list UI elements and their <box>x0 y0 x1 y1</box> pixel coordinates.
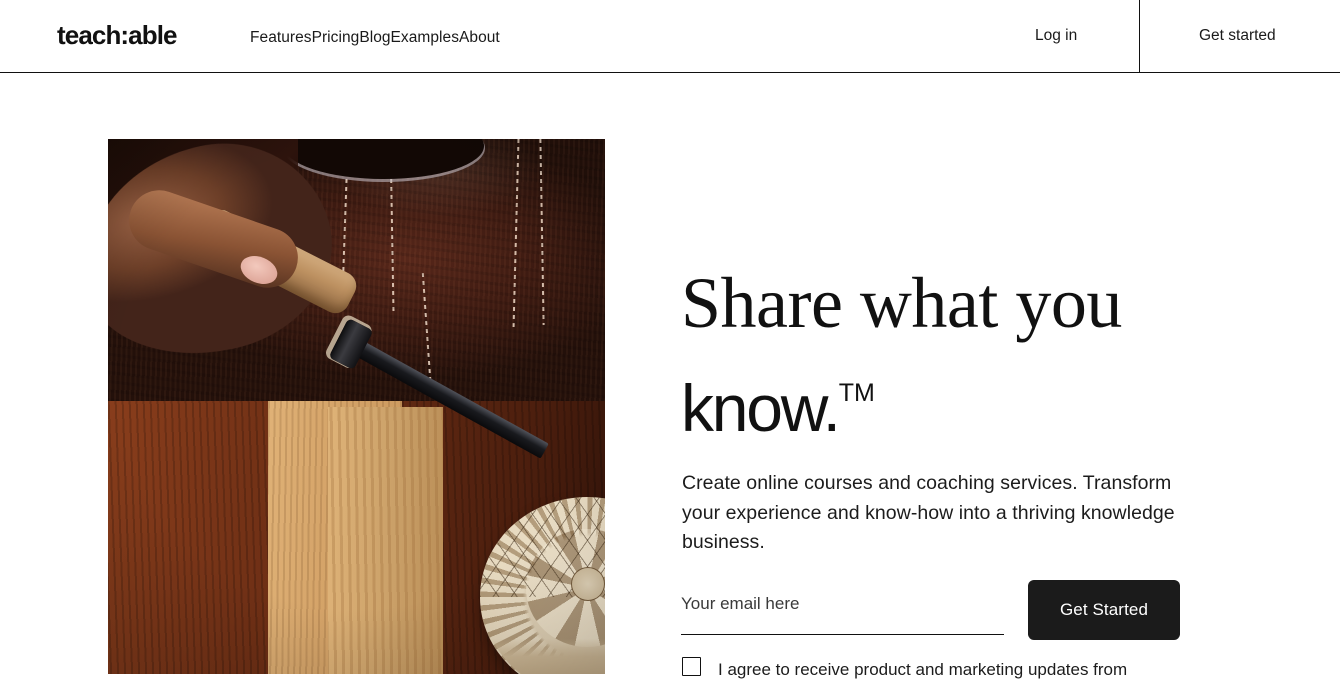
get-started-submit-button[interactable]: Get Started <box>1028 580 1180 640</box>
login-link[interactable]: Log in <box>1035 26 1077 46</box>
nav-item-pricing[interactable]: Pricing <box>312 28 360 48</box>
main-navigation: Features Pricing Blog Examples About <box>250 28 500 48</box>
email-input[interactable] <box>681 580 1004 633</box>
marketing-consent-label: I agree to receive product and marketing… <box>718 660 1128 679</box>
page-title-line-2: know. <box>681 371 841 445</box>
page-title-line-1: Share what you <box>681 263 1122 343</box>
consent-row: I agree to receive product and marketing… <box>682 657 1202 682</box>
signup-form: Get Started <box>681 580 1181 640</box>
photo-vignette <box>108 139 605 674</box>
email-field-wrapper <box>681 580 1004 635</box>
trademark-symbol: TM <box>838 379 875 407</box>
nav-item-about[interactable]: About <box>459 28 500 48</box>
header-get-started-link[interactable]: Get started <box>1199 26 1276 46</box>
hero-image <box>108 139 605 674</box>
brand-logo[interactable]: teach:able <box>57 22 178 48</box>
header-vertical-divider <box>1139 0 1140 72</box>
nav-item-features[interactable]: Features <box>250 28 312 48</box>
page-title: Share what you know.TM <box>681 258 1201 453</box>
hero-subheading: Create online courses and coaching servi… <box>682 472 1175 553</box>
site-header: teach:able Features Pricing Blog Example… <box>0 0 1340 73</box>
marketing-consent-checkbox[interactable] <box>682 657 701 676</box>
nav-item-blog[interactable]: Blog <box>359 28 390 48</box>
nav-item-examples[interactable]: Examples <box>391 28 459 48</box>
